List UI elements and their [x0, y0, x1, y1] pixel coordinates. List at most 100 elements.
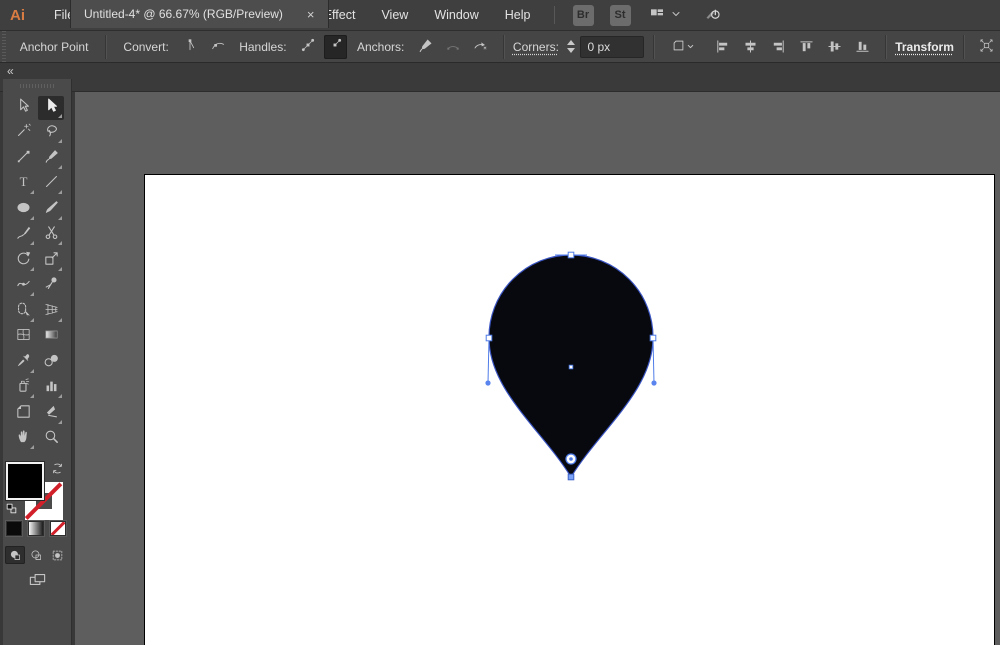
stock-button[interactable]: St — [609, 4, 631, 26]
divider — [105, 34, 107, 59]
document-tab[interactable]: Untitled-4* @ 66.67% (RGB/Preview) × — [70, 0, 329, 28]
gpu-performance-icon — [704, 5, 721, 25]
corners-link[interactable]: Corners: — [513, 40, 559, 54]
align-h-center-icon[interactable] — [738, 35, 762, 59]
tool-blend[interactable] — [38, 351, 64, 375]
cut-path-button[interactable] — [469, 35, 492, 59]
illustrator-window: Ai FileEditObjectTypeSelectEffectViewWin… — [0, 0, 1000, 645]
menu-view[interactable]: View — [368, 0, 421, 30]
none-button[interactable] — [50, 521, 66, 536]
tool-rotate[interactable] — [10, 249, 36, 273]
collapse-panel-icon[interactable]: « — [7, 64, 14, 78]
bridge-button[interactable]: Br — [572, 4, 594, 26]
align-v-bottom-icon[interactable] — [850, 35, 874, 59]
draw-inside-button[interactable] — [47, 546, 67, 564]
tool-lasso[interactable] — [38, 121, 64, 145]
show-handles-button[interactable] — [297, 35, 320, 59]
tool-symbol-sprayer[interactable] — [10, 376, 36, 400]
tool-gradient[interactable] — [38, 325, 64, 349]
tools-grid: T — [9, 95, 65, 452]
transform-link[interactable]: Transform — [895, 40, 954, 54]
convert-label: Convert: — [123, 39, 169, 54]
close-tab-icon[interactable]: × — [307, 8, 315, 21]
color-button[interactable] — [6, 521, 22, 536]
menu-help[interactable]: Help — [492, 0, 544, 30]
align-h-right-icon[interactable] — [766, 35, 790, 59]
cut-path-icon — [472, 37, 488, 56]
tool-shape-builder[interactable] — [10, 300, 36, 324]
app-logo: Ai — [10, 6, 25, 24]
panel-grip[interactable] — [20, 84, 54, 88]
divider — [885, 34, 887, 59]
menu-window[interactable]: Window — [421, 0, 491, 30]
draw-mode-row — [5, 546, 67, 564]
hide-handles-icon — [327, 37, 343, 56]
tool-scissors[interactable] — [38, 223, 64, 247]
toolbar-strip: T — [0, 79, 75, 645]
connect-anchors-button[interactable] — [442, 35, 465, 59]
tool-column-graph[interactable] — [38, 376, 64, 400]
tool-shaper[interactable] — [10, 223, 36, 247]
svg-text:T: T — [19, 175, 27, 189]
divider — [962, 34, 964, 59]
tool-ellipse[interactable] — [10, 198, 36, 222]
chevron-down-icon — [686, 40, 695, 54]
tool-free-transform[interactable] — [38, 274, 64, 298]
gpu-performance-button[interactable] — [704, 5, 721, 25]
context-label: Anchor Point — [19, 39, 89, 54]
convert-to-smooth-button[interactable] — [206, 35, 229, 59]
controlbar-grip[interactable] — [0, 31, 8, 62]
draw-behind-button[interactable] — [26, 546, 46, 564]
tool-paintbrush[interactable] — [38, 198, 64, 222]
tool-curvature[interactable] — [10, 147, 36, 171]
selected-shape-map-pin[interactable] — [75, 92, 1000, 645]
tool-hand[interactable] — [10, 427, 36, 451]
show-handles-icon — [300, 37, 316, 56]
align-to-selection-dropdown[interactable] — [665, 35, 700, 59]
tool-type[interactable]: T — [10, 172, 36, 196]
corners-stepper[interactable] — [565, 40, 578, 53]
divider — [653, 34, 655, 59]
tool-pen[interactable] — [38, 147, 64, 171]
tool-artboard[interactable] — [10, 402, 36, 426]
connect-path-icon — [445, 37, 461, 56]
screen-mode-button[interactable] — [23, 570, 51, 590]
tool-scale[interactable] — [38, 249, 64, 273]
default-fill-stroke-icon[interactable] — [5, 502, 18, 520]
isolate-icon — [979, 38, 994, 56]
handles-label: Handles: — [239, 39, 287, 54]
menubar-divider — [553, 6, 555, 24]
workspace-switcher[interactable] — [649, 6, 682, 25]
tool-width[interactable] — [10, 274, 36, 298]
isolate-object-button[interactable] — [975, 35, 998, 59]
corners-input[interactable] — [580, 35, 645, 58]
tool-selection[interactable] — [10, 96, 36, 120]
fill-stroke-controls — [3, 462, 72, 592]
tool-mesh[interactable] — [10, 325, 36, 349]
swap-fill-stroke-icon[interactable] — [51, 462, 64, 480]
document-title: Untitled-4* @ 66.67% (RGB/Preview) — [84, 7, 283, 21]
convert-corner-icon — [182, 37, 198, 56]
remove-anchor-icon — [417, 37, 434, 57]
align-to-artboard-icon — [671, 38, 686, 56]
draw-normal-button[interactable] — [5, 546, 25, 564]
align-v-middle-icon[interactable] — [822, 35, 846, 59]
tool-perspective-grid[interactable] — [38, 300, 64, 324]
tool-line-segment[interactable] — [38, 172, 64, 196]
workspace-icon — [649, 6, 665, 25]
align-v-top-icon[interactable] — [794, 35, 818, 59]
tool-magic-wand[interactable] — [10, 121, 36, 145]
remove-anchor-button[interactable] — [414, 35, 437, 59]
convert-smooth-icon — [210, 37, 226, 56]
gradient-button[interactable] — [28, 521, 44, 536]
convert-to-corner-button[interactable] — [179, 35, 202, 59]
tool-eyedropper[interactable] — [10, 351, 36, 375]
tool-zoom[interactable] — [38, 427, 64, 451]
fill-swatch[interactable] — [6, 462, 44, 500]
chevron-down-icon — [670, 8, 682, 23]
tool-direct-selection[interactable] — [38, 95, 64, 120]
canvas-area[interactable] — [75, 92, 1000, 645]
align-h-left-icon[interactable] — [710, 35, 734, 59]
tool-slice[interactable] — [38, 402, 64, 426]
hide-handles-button[interactable] — [323, 34, 347, 59]
